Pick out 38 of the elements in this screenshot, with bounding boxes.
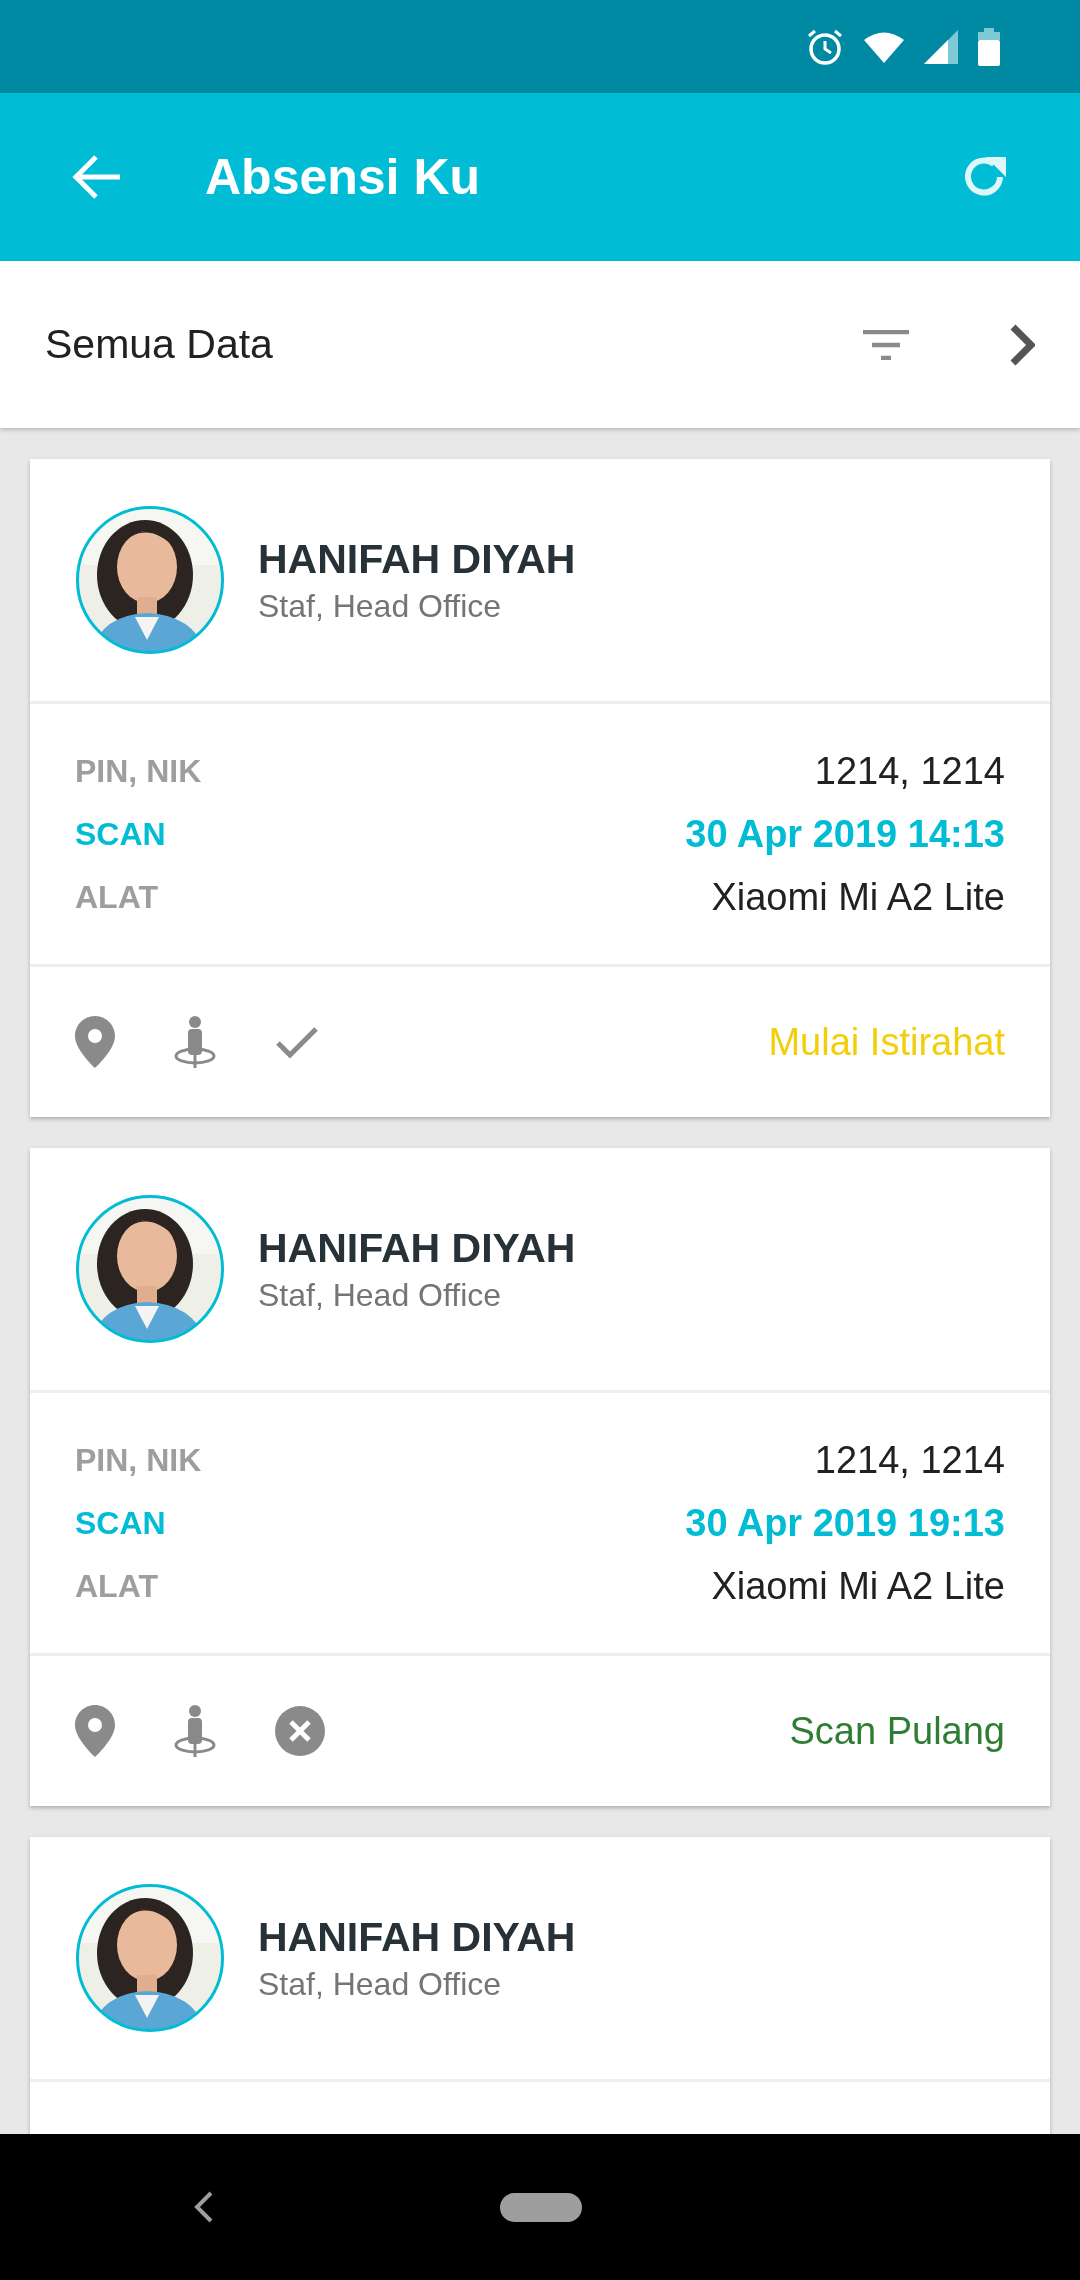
signal-icon <box>924 29 958 64</box>
home-pill[interactable] <box>500 2192 582 2222</box>
employee-position: Staf, Head Office <box>258 1965 503 2004</box>
employee-position: Staf, Head Office <box>258 1276 503 1315</box>
person-standing-icon[interactable] <box>173 1016 217 1068</box>
detail-label: PIN, NIK <box>75 752 202 791</box>
detail-value: Xiaomi Mi A2 Lite <box>711 874 1005 920</box>
employee-name: HANIFAH DIYAH <box>258 535 576 584</box>
detail-value: 1214, 1214 <box>814 1437 1005 1483</box>
person-standing-icon[interactable] <box>173 1705 217 1757</box>
detail-value: 30 Apr 2019 14:13 <box>685 811 1005 857</box>
alarm-icon <box>806 27 844 66</box>
status-label: Mulai Istirahat <box>768 1019 1005 1065</box>
detail-value: 1214, 1214 <box>814 748 1005 794</box>
battery-icon <box>978 27 1000 66</box>
status-label: Scan Pulang <box>789 1708 1005 1754</box>
detail-value: Xiaomi Mi A2 Lite <box>711 1563 1005 1609</box>
wifi-icon <box>864 30 904 63</box>
filter-label: Semua Data <box>45 319 273 369</box>
detail-label: SCAN <box>75 1504 166 1543</box>
employee-position: Staf, Head Office <box>258 587 503 626</box>
detail-label: ALAT <box>75 878 158 917</box>
employee-name: HANIFAH DIYAH <box>258 1913 576 1962</box>
detail-label: PIN, NIK <box>75 1441 202 1480</box>
screen-title: Absensi Ku <box>205 147 481 207</box>
location-pin-icon[interactable] <box>75 1016 115 1068</box>
location-pin-icon[interactable] <box>75 1705 115 1757</box>
back-icon[interactable] <box>192 2190 214 2224</box>
employee-name: HANIFAH DIYAH <box>258 1224 576 1273</box>
attendance-card[interactable]: HANIFAH DIYAH Staf, Head Office PIN, NIK 1214, 1214 SCAN 30 Apr 2019 14:13 ALAT Xiaomi Mi A2 Lite Mulai Istirahat <box>30 459 1050 1117</box>
detail-label: SCAN <box>75 815 166 854</box>
filter-icon[interactable] <box>863 329 909 360</box>
attendance-card[interactable]: HANIFAH DIYAH Staf, Head Office PIN, NIK 1214, 1214 SCAN 30 Apr 2019 19:13 ALAT Xiaomi Mi A2 Lite Scan Pulang <box>30 1148 1050 1806</box>
attendance-card[interactable]: HANIFAH DIYAH Staf, Head Office <box>30 1837 1050 2134</box>
detail-label: ALAT <box>75 1567 158 1606</box>
chevron-right-icon[interactable] <box>1009 323 1035 366</box>
back-arrow-icon[interactable] <box>72 154 122 200</box>
detail-value: 30 Apr 2019 19:13 <box>685 1500 1005 1546</box>
